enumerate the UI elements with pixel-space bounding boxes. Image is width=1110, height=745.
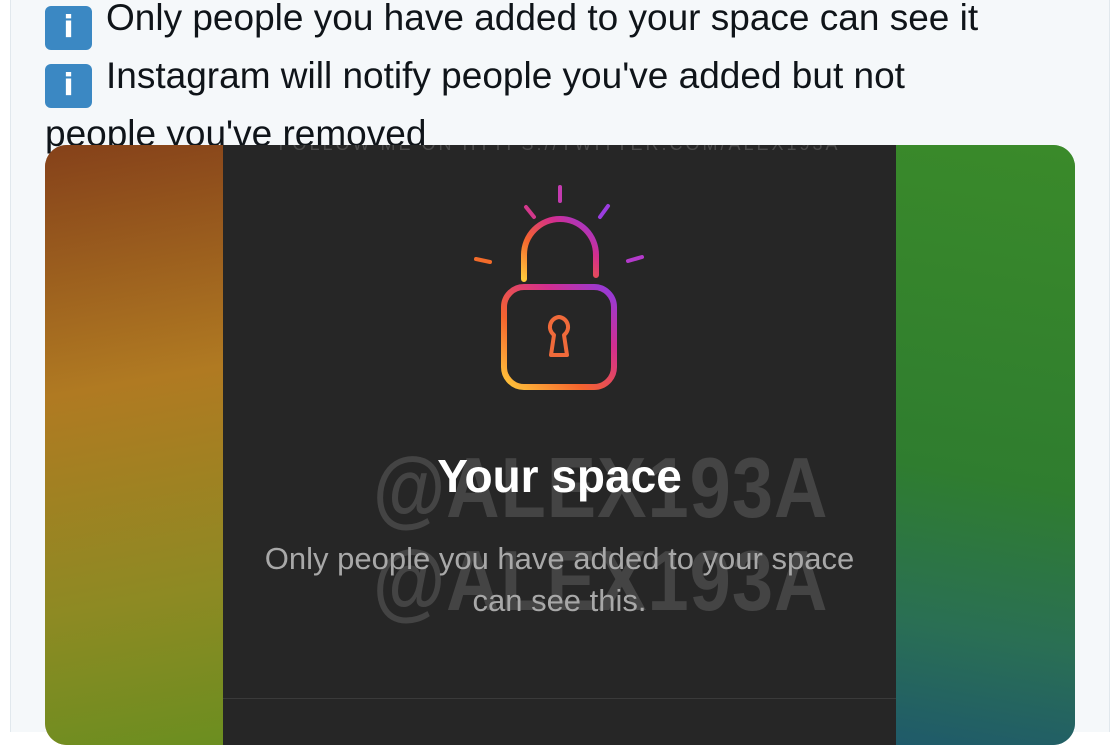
tweet-line-2: i Instagram will notify people you've add… (45, 50, 1085, 108)
phone-screenshot: FOLLOW ME ON HTTPS://TWITTER.COM/ALEX193… (223, 145, 896, 745)
tweet-line-text: Only people you have added to your space… (106, 0, 979, 38)
tweet-card: i Only people you have added to your spac… (10, 0, 1110, 745)
media-background-left (45, 145, 225, 745)
unlocked-padlock-icon (474, 185, 644, 390)
information-icon: i (45, 64, 92, 108)
divider (223, 698, 896, 699)
tweet-text: i Only people you have added to your spac… (45, 0, 1085, 159)
your-space-title: Your space (437, 450, 682, 502)
tweet-line-1: i Only people you have added to your spac… (45, 0, 1085, 50)
watermark-url: FOLLOW ME ON HTTPS://TWITTER.COM/ALEX193… (223, 145, 896, 155)
media-background-right (895, 145, 1075, 745)
tweet-media-image[interactable]: FOLLOW ME ON HTTPS://TWITTER.COM/ALEX193… (45, 145, 1075, 745)
information-icon: i (45, 6, 92, 50)
tweet-line-text: Instagram will notify people you've adde… (106, 55, 905, 96)
your-space-description: Only people you have added to your space… (264, 541, 855, 618)
